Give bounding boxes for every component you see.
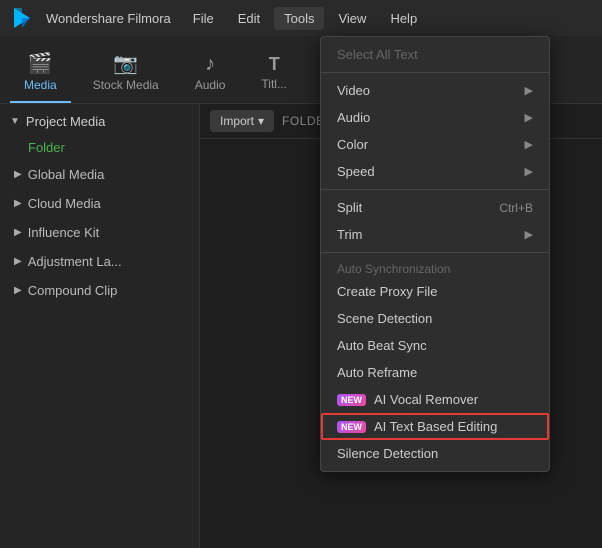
sidebar-item-cloud-media-label: Cloud Media — [28, 196, 185, 211]
dropdown-audio[interactable]: Audio ▶ — [321, 104, 549, 131]
adjustment-layer-arrow: ▶ — [14, 256, 22, 267]
menu-help[interactable]: Help — [380, 7, 427, 30]
import-dropdown-arrow: ▾ — [258, 114, 264, 128]
dropdown-ai-text-editing[interactable]: NEW AI Text Based Editing — [321, 413, 549, 440]
sidebar-item-cloud-media[interactable]: ▶ Cloud Media — [0, 189, 199, 218]
dropdown-ai-vocal-remover[interactable]: NEW AI Vocal Remover — [321, 386, 549, 413]
dropdown-scene-detection[interactable]: Scene Detection — [321, 305, 549, 332]
audio-submenu-arrow: ▶ — [525, 111, 533, 124]
split-shortcut: Ctrl+B — [499, 201, 533, 215]
menu-edit[interactable]: Edit — [228, 7, 270, 30]
sidebar-item-compound-clip-label: Compound Clip — [28, 283, 185, 298]
stock-media-icon: 📷 — [113, 54, 138, 74]
tools-dropdown-menu: Select All Text Video ▶ Audio ▶ Color ▶ … — [320, 36, 550, 472]
import-button[interactable]: Import ▾ — [210, 110, 274, 132]
tab-stock-media[interactable]: 📷 Stock Media — [79, 45, 173, 103]
separator-2 — [321, 189, 549, 190]
speed-submenu-arrow: ▶ — [525, 165, 533, 178]
ai-vocal-remover-badge: NEW — [337, 394, 366, 406]
dropdown-color[interactable]: Color ▶ — [321, 131, 549, 158]
dropdown-auto-beat-sync[interactable]: Auto Beat Sync — [321, 332, 549, 359]
project-media-header: ▼ Project Media — [0, 108, 199, 135]
tab-media[interactable]: 🎬 Media — [10, 45, 71, 103]
auto-sync-label: Auto Synchronization — [321, 257, 549, 278]
menu-bar: Wondershare Filmora File Edit Tools View… — [0, 0, 602, 36]
tab-titles-label: Titl... — [261, 77, 287, 91]
sidebar-folder[interactable]: Folder — [0, 135, 199, 160]
tab-audio-label: Audio — [195, 78, 226, 92]
media-icon: 🎬 — [28, 54, 53, 74]
cloud-media-arrow: ▶ — [14, 198, 22, 209]
sidebar-item-global-media[interactable]: ▶ Global Media — [0, 160, 199, 189]
sidebar-item-adjustment-layer[interactable]: ▶ Adjustment La... — [0, 247, 199, 276]
ai-vocal-remover-label: AI Vocal Remover — [374, 392, 478, 407]
sidebar-item-compound-clip[interactable]: ▶ Compound Clip — [0, 276, 199, 305]
app-logo — [8, 4, 36, 32]
tab-media-label: Media — [24, 78, 57, 92]
video-submenu-arrow: ▶ — [525, 84, 533, 97]
global-media-arrow: ▶ — [14, 169, 22, 180]
dropdown-auto-reframe[interactable]: Auto Reframe — [321, 359, 549, 386]
ai-text-editing-badge: NEW — [337, 421, 366, 433]
compound-clip-arrow: ▶ — [14, 285, 22, 296]
menu-tools[interactable]: Tools — [274, 7, 324, 30]
sidebar: ▼ Project Media Folder ▶ Global Media ▶ … — [0, 104, 200, 548]
sidebar-item-influence-kit[interactable]: ▶ Influence Kit — [0, 218, 199, 247]
dropdown-silence-detection[interactable]: Silence Detection — [321, 440, 549, 467]
tab-titles[interactable]: T Titl... — [247, 45, 301, 103]
dropdown-speed[interactable]: Speed ▶ — [321, 158, 549, 185]
menu-file[interactable]: File — [183, 7, 224, 30]
sidebar-item-global-media-label: Global Media — [28, 167, 185, 182]
project-media-label: Project Media — [26, 114, 105, 129]
influence-kit-arrow: ▶ — [14, 227, 22, 238]
menu-view[interactable]: View — [328, 7, 376, 30]
sidebar-item-influence-kit-label: Influence Kit — [28, 225, 185, 240]
titles-icon: T — [269, 55, 280, 73]
color-submenu-arrow: ▶ — [525, 138, 533, 151]
app-name: Wondershare Filmora — [46, 11, 171, 26]
dropdown-select-all-text: Select All Text — [321, 41, 549, 68]
tab-stock-media-label: Stock Media — [93, 78, 159, 92]
separator-3 — [321, 252, 549, 253]
dropdown-split[interactable]: Split Ctrl+B — [321, 194, 549, 221]
audio-icon: ♪ — [205, 54, 215, 74]
dropdown-video[interactable]: Video ▶ — [321, 77, 549, 104]
project-media-arrow: ▼ — [10, 116, 20, 127]
import-button-label: Import — [220, 114, 254, 128]
separator-1 — [321, 72, 549, 73]
ai-text-editing-label: AI Text Based Editing — [374, 419, 497, 434]
dropdown-create-proxy[interactable]: Create Proxy File — [321, 278, 549, 305]
dropdown-trim[interactable]: Trim ▶ — [321, 221, 549, 248]
trim-submenu-arrow: ▶ — [525, 228, 533, 241]
tab-audio[interactable]: ♪ Audio — [181, 45, 240, 103]
sidebar-item-adjustment-label: Adjustment La... — [28, 254, 185, 269]
